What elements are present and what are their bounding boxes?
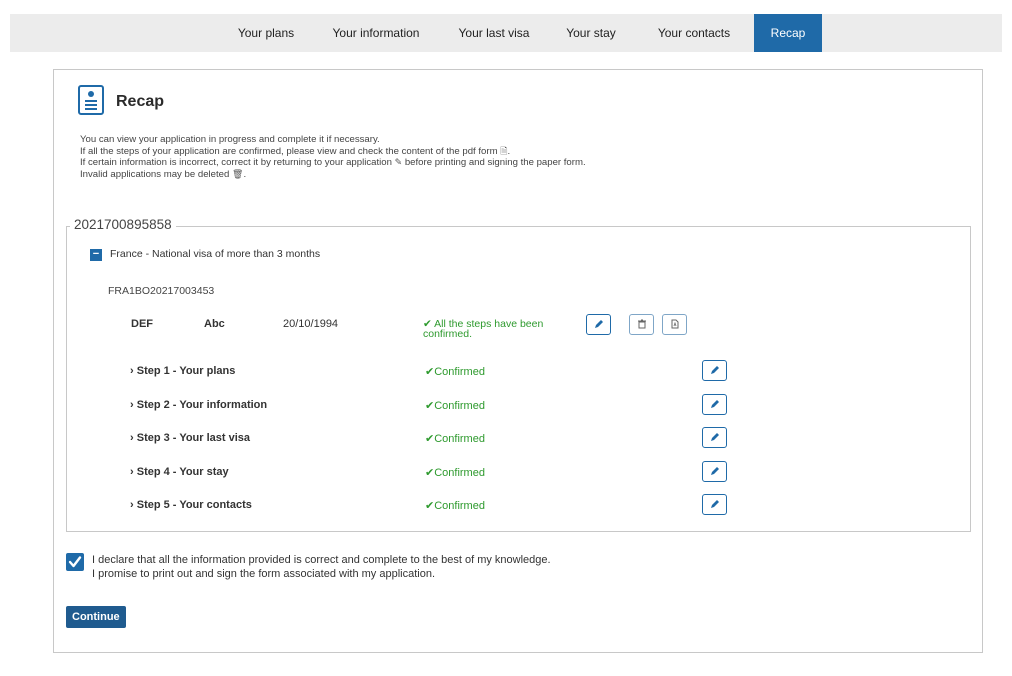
edit-step-3-button[interactable] — [702, 427, 727, 448]
intro-line-1: You can view your application in progres… — [80, 134, 380, 145]
edit-step-4-button[interactable] — [702, 461, 727, 482]
declaration-checkbox[interactable] — [66, 553, 84, 571]
chevron-right-icon: › — [130, 499, 134, 511]
declaration-line-2: I promise to print out and sign the form… — [92, 568, 436, 580]
pencil-icon — [710, 500, 719, 509]
step-4-toggle[interactable]: › Step 4 - Your stay — [130, 466, 229, 478]
step-5-status-text: Confirmed — [434, 500, 485, 512]
step-2-toggle[interactable]: › Step 2 - Your information — [130, 399, 267, 411]
pencil-icon — [594, 320, 603, 329]
tab-your-information[interactable]: Your information — [316, 14, 436, 52]
check-icon: ✔ — [425, 500, 435, 512]
check-icon: ✔ — [425, 433, 435, 445]
view-pdf-button[interactable] — [662, 314, 687, 335]
step-navigation: Your plans Your information Your last vi… — [10, 14, 1002, 52]
chevron-right-icon: › — [130, 466, 134, 478]
chevron-right-icon: › — [130, 365, 134, 377]
intro-line-3b: before printing and signing the paper fo… — [404, 157, 586, 168]
step-4-status-text: Confirmed — [434, 467, 485, 479]
step-3-status-text: Confirmed — [434, 433, 485, 445]
application-reference: FRA1BO20217003453 — [108, 285, 215, 297]
minus-icon[interactable]: − — [90, 249, 102, 261]
step-2-status: ✔Confirmed — [425, 399, 485, 412]
edit-step-5-button[interactable] — [702, 494, 727, 515]
intro-text: You can view your application in progres… — [80, 134, 780, 180]
trash-icon — [637, 319, 646, 329]
check-icon: ✔ — [425, 366, 435, 378]
delete-application-button[interactable] — [629, 314, 654, 335]
intro-line-2: If all the steps of your application are… — [80, 145, 498, 157]
step-5-label: Step 5 - Your contacts — [136, 499, 252, 511]
step-5-toggle[interactable]: › Step 5 - Your contacts — [130, 499, 252, 511]
check-icon — [68, 556, 82, 568]
step-2-label: Step 2 - Your information — [136, 399, 268, 411]
check-icon: ✔ — [425, 467, 435, 479]
tab-your-stay[interactable]: Your stay — [552, 14, 630, 52]
declaration-line-1: I declare that all the information provi… — [92, 554, 551, 566]
pencil-icon — [710, 433, 719, 442]
applicant-status-text: All the steps have been confirmed. — [423, 318, 544, 340]
chevron-right-icon: › — [130, 432, 134, 444]
pencil-icon — [710, 467, 719, 476]
document-user-icon — [78, 85, 104, 115]
edit-step-1-button[interactable] — [702, 360, 727, 381]
applicant-birth-date: 20/10/1994 — [283, 318, 339, 330]
declaration-text: I declare that all the information provi… — [92, 553, 551, 581]
continue-button[interactable]: Continue — [66, 606, 126, 628]
page-title: Recap — [116, 93, 165, 110]
intro-line-4: Invalid applications may be deleted — [80, 168, 230, 180]
visa-type[interactable]: France - National visa of more than 3 mo… — [110, 248, 320, 260]
edit-step-2-button[interactable] — [702, 394, 727, 415]
step-3-status: ✔Confirmed — [425, 432, 485, 445]
tab-your-plans[interactable]: Your plans — [220, 14, 312, 52]
check-icon: ✔ — [425, 400, 435, 412]
step-1-status-text: Confirmed — [434, 366, 485, 378]
step-2-status-text: Confirmed — [434, 400, 485, 412]
step-1-label: Step 1 - Your plans — [136, 365, 236, 377]
edit-application-button[interactable] — [586, 314, 611, 335]
pdf-icon — [671, 319, 678, 329]
step-5-status: ✔Confirmed — [425, 499, 485, 512]
intro-line-3: If certain information is incorrect, cor… — [80, 157, 392, 168]
step-1-status: ✔Confirmed — [425, 365, 485, 378]
applicant-status: ✔ All the steps have been confirmed. — [423, 318, 583, 340]
application-number: 2021700895858 — [70, 217, 176, 232]
step-4-label: Step 4 - Your stay — [136, 466, 229, 478]
tab-your-last-visa[interactable]: Your last visa — [440, 14, 548, 52]
step-3-label: Step 3 - Your last visa — [136, 432, 251, 444]
tab-your-contacts[interactable]: Your contacts — [638, 14, 750, 52]
pdf-icon: 🗎 — [500, 145, 508, 156]
step-4-status: ✔Confirmed — [425, 466, 485, 479]
chevron-right-icon: › — [130, 399, 134, 411]
step-1-toggle[interactable]: › Step 1 - Your plans — [130, 365, 235, 377]
pencil-icon: ✎ — [394, 157, 403, 167]
application-fieldset — [66, 226, 971, 532]
step-3-toggle[interactable]: › Step 3 - Your last visa — [130, 432, 250, 444]
pencil-icon — [710, 366, 719, 375]
trash-icon: 🗑 — [232, 168, 244, 179]
pencil-icon — [710, 400, 719, 409]
applicant-last-name: DEF — [131, 318, 153, 330]
applicant-first-name: Abc — [204, 318, 225, 330]
tab-recap[interactable]: Recap — [754, 14, 822, 52]
